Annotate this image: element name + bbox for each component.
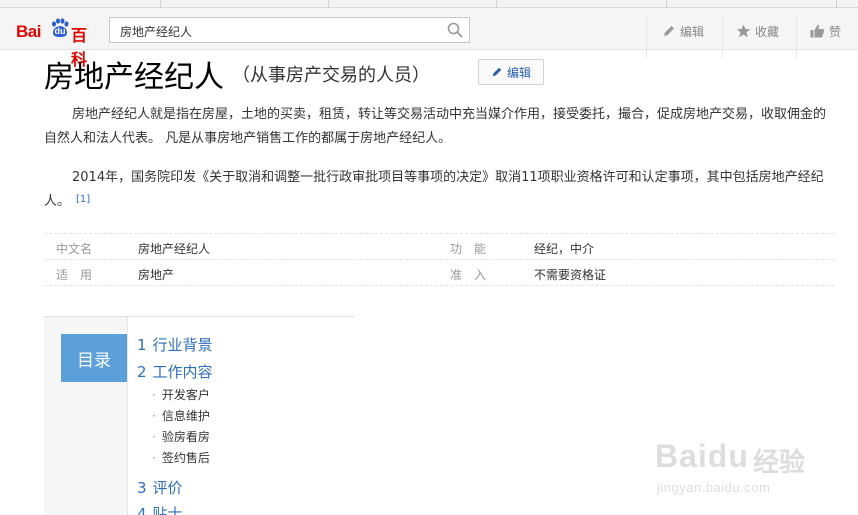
info-value: 房地产经纪人 <box>138 242 211 256</box>
catalog-item-number: 1 <box>137 336 147 354</box>
catalog-subitem-info-maintenance[interactable]: · 信息维护 <box>152 407 210 424</box>
catalog-item-label: 评价 <box>152 479 183 497</box>
catalog-subitem-label: 开发客户 <box>161 388 210 402</box>
info-row: 适 用 房地产 准 入 不需要资格证 <box>44 260 834 286</box>
catalog-subitem-signing-aftersales[interactable]: · 签约售后 <box>152 449 210 466</box>
baidu-jingyan-watermark: Baidu 经验 jingyan.baidu.com <box>655 420 815 500</box>
tab-separator <box>160 0 161 8</box>
catalog-label: 目录 <box>61 334 127 382</box>
info-row: 中文名 房地产经纪人 功 能 经纪，中介 <box>44 234 834 260</box>
pencil-icon <box>492 67 502 77</box>
watermark-url: jingyan.baidu.com <box>657 480 771 495</box>
info-key: 准 入 <box>450 268 487 282</box>
bullet: · <box>152 388 156 402</box>
catalog-subitem-develop-clients[interactable]: · 开发客户 <box>152 386 210 403</box>
catalog-subitem-house-inspection[interactable]: · 验房看房 <box>152 428 210 445</box>
collect-label: 收藏 <box>755 24 780 39</box>
info-key: 中文名 <box>56 242 93 256</box>
info-value: 不需要资格证 <box>534 268 607 282</box>
browser-tab-strip <box>0 0 858 8</box>
tab-separator <box>666 0 667 8</box>
like-label: 赞 <box>829 24 842 39</box>
header-edit-button[interactable]: 编辑 <box>662 23 704 39</box>
catalog-item-number: 2 <box>137 363 147 381</box>
catalog-subitem-label: 信息维护 <box>161 409 210 423</box>
page-subtitle: （从事房产交易的人员） <box>232 65 430 86</box>
catalog-subitem-label: 签约售后 <box>161 451 210 465</box>
citation-link[interactable]: [1] <box>76 194 90 205</box>
tab-separator <box>836 0 837 8</box>
watermark-cn: 经验 <box>753 448 806 478</box>
info-value: 房地产 <box>138 268 175 282</box>
logo-bai-text: Bai <box>16 22 41 41</box>
catalog-item-label: 工作内容 <box>152 363 213 381</box>
info-value: 经纪，中介 <box>534 242 595 256</box>
basic-info-table: 中文名 房地产经纪人 功 能 经纪，中介 适 用 房地产 准 入 不需要资格证 <box>44 233 834 286</box>
catalog-item-label: 贴士 <box>152 505 183 515</box>
header-divider <box>646 16 647 58</box>
tab-separator <box>328 0 329 8</box>
watermark-text: Baidu <box>655 438 749 474</box>
collect-button[interactable]: 收藏 <box>736 23 779 39</box>
header-divider <box>796 16 797 58</box>
header-edit-label: 编辑 <box>680 24 705 39</box>
catalog-item-industry-background[interactable]: 1 行业背景 <box>137 334 213 355</box>
search-input-value: 房地产经纪人 <box>120 25 193 39</box>
catalog-subitem-label: 验房看房 <box>161 430 210 444</box>
paragraph-text: 2014年，国务院印发《关于取消和调整一批行政审批项目等事项的决定》取消11项职… <box>44 170 824 209</box>
catalog-item-number: 3 <box>137 479 147 497</box>
header-divider <box>722 16 723 58</box>
catalog-item-number: 4 <box>137 505 147 515</box>
info-key: 适 用 <box>56 268 93 282</box>
star-icon <box>736 24 751 38</box>
search-icon[interactable] <box>446 21 464 39</box>
logo-du-text: du <box>54 26 66 36</box>
edit-entry-label: 编辑 <box>506 65 531 80</box>
catalog-item-label: 行业背景 <box>152 336 213 354</box>
catalog-item-evaluation[interactable]: 3 评价 <box>137 477 183 498</box>
edit-entry-button[interactable]: 编辑 <box>478 59 544 85</box>
thumbs-up-icon <box>810 24 825 38</box>
search-input[interactable]: 房地产经纪人 <box>109 17 470 43</box>
catalog-item-tips[interactable]: 4 贴士 <box>137 503 183 515</box>
pencil-icon <box>664 26 674 36</box>
page-title: 房地产经纪人 <box>44 60 224 95</box>
bullet: · <box>152 409 156 423</box>
summary-paragraph: 房地产经纪人就是指在房屋，土地的买卖，租赁，转让等交易活动中充当媒介作用，接受委… <box>44 107 827 146</box>
summary-paragraph-2: 2014年，国务院印发《关于取消和调整一批行政审批项目等事项的决定》取消11项职… <box>44 166 834 214</box>
catalog-item-work-content[interactable]: 2 工作内容 <box>137 361 213 382</box>
bullet: · <box>152 451 156 465</box>
entry-title-row: 房地产经纪人 （从事房产交易的人员） <box>44 52 430 95</box>
info-key: 功 能 <box>450 242 487 256</box>
like-button[interactable]: 赞 <box>810 23 841 39</box>
tab-separator <box>496 0 497 8</box>
bullet: · <box>152 430 156 444</box>
top-header: Bai du 百科 房地产经纪人 编辑 收藏 赞 <box>0 8 858 69</box>
baidu-baike-logo[interactable]: Bai du 百科 <box>16 18 100 69</box>
